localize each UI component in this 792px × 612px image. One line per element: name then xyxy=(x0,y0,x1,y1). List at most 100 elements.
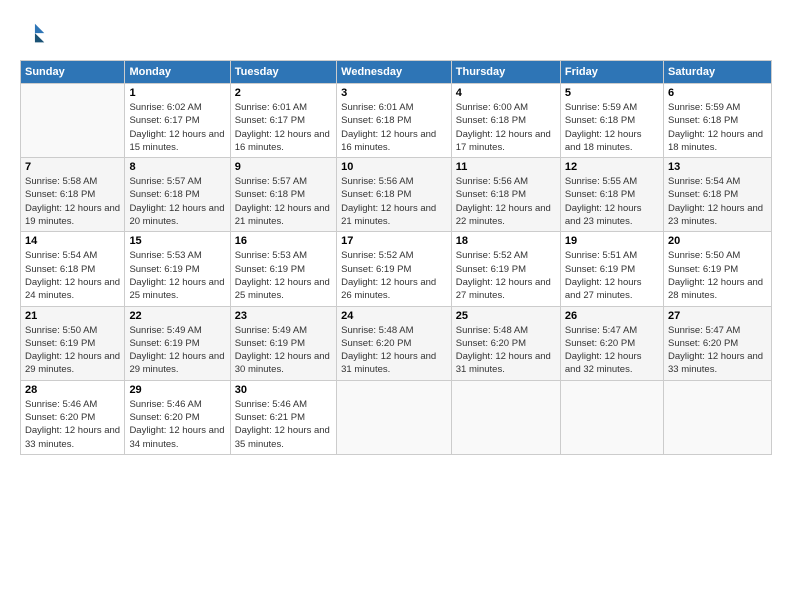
page: SundayMondayTuesdayWednesdayThursdayFrid… xyxy=(0,0,792,612)
day-info: Sunrise: 5:53 AMSunset: 6:19 PMDaylight:… xyxy=(235,249,332,302)
day-info: Sunrise: 5:52 AMSunset: 6:19 PMDaylight:… xyxy=(341,249,447,302)
day-cell: 21 Sunrise: 5:50 AMSunset: 6:19 PMDayligh… xyxy=(21,306,125,380)
header xyxy=(20,20,772,48)
day-info: Sunrise: 5:56 AMSunset: 6:18 PMDaylight:… xyxy=(341,175,447,228)
day-number: 16 xyxy=(235,235,332,247)
day-info: Sunrise: 5:54 AMSunset: 6:18 PMDaylight:… xyxy=(668,175,767,228)
day-cell: 29 Sunrise: 5:46 AMSunset: 6:20 PMDayligh… xyxy=(125,380,230,454)
day-info: Sunrise: 5:47 AMSunset: 6:20 PMDaylight:… xyxy=(565,324,659,377)
day-number: 2 xyxy=(235,87,332,99)
day-number: 18 xyxy=(456,235,556,247)
day-cell: 9Sunrise: 5:57 AMSunset: 6:18 PMDaylight… xyxy=(230,158,336,232)
header-cell-saturday: Saturday xyxy=(663,61,771,84)
day-cell: 30 Sunrise: 5:46 AMSunset: 6:21 PMDayligh… xyxy=(230,380,336,454)
day-cell: 1 Sunrise: 6:02 AMSunset: 6:17 PMDaylight… xyxy=(125,84,230,158)
day-cell: 12Sunrise: 5:55 AMSunset: 6:18 PMDayligh… xyxy=(560,158,663,232)
week-row-1: 7 Sunrise: 5:58 AMSunset: 6:18 PMDaylight… xyxy=(21,158,772,232)
day-info: Sunrise: 5:49 AMSunset: 6:19 PMDaylight:… xyxy=(235,324,332,377)
day-number: 19 xyxy=(565,235,659,247)
day-info: Sunrise: 6:02 AMSunset: 6:17 PMDaylight:… xyxy=(129,101,225,154)
day-info: Sunrise: 5:46 AMSunset: 6:21 PMDaylight:… xyxy=(235,398,332,451)
week-row-4: 28 Sunrise: 5:46 AMSunset: 6:20 PMDayligh… xyxy=(21,380,772,454)
header-cell-thursday: Thursday xyxy=(451,61,560,84)
day-cell: 17 Sunrise: 5:52 AMSunset: 6:19 PMDayligh… xyxy=(337,232,452,306)
day-info: Sunrise: 5:48 AMSunset: 6:20 PMDaylight:… xyxy=(341,324,447,377)
day-number: 24 xyxy=(341,310,447,322)
day-cell: 13 Sunrise: 5:54 AMSunset: 6:18 PMDayligh… xyxy=(663,158,771,232)
day-number: 28 xyxy=(25,384,120,396)
day-info: Sunrise: 5:48 AMSunset: 6:20 PMDaylight:… xyxy=(456,324,556,377)
day-info: Sunrise: 5:53 AMSunset: 6:19 PMDaylight:… xyxy=(129,249,225,302)
day-number: 12 xyxy=(565,161,659,173)
logo-icon xyxy=(20,20,48,48)
day-number: 27 xyxy=(668,310,767,322)
day-cell: 18Sunrise: 5:52 AMSunset: 6:19 PMDayligh… xyxy=(451,232,560,306)
day-cell xyxy=(21,84,125,158)
day-info: Sunrise: 5:56 AMSunset: 6:18 PMDaylight:… xyxy=(456,175,556,228)
day-number: 11 xyxy=(456,161,556,173)
day-info: Sunrise: 5:59 AMSunset: 6:18 PMDaylight:… xyxy=(565,101,659,154)
day-number: 4 xyxy=(456,87,556,99)
day-cell: 14 Sunrise: 5:54 AMSunset: 6:18 PMDayligh… xyxy=(21,232,125,306)
day-info: Sunrise: 5:57 AMSunset: 6:18 PMDaylight:… xyxy=(129,175,225,228)
day-number: 13 xyxy=(668,161,767,173)
day-info: Sunrise: 5:49 AMSunset: 6:19 PMDaylight:… xyxy=(129,324,225,377)
header-row: SundayMondayTuesdayWednesdayThursdayFrid… xyxy=(21,61,772,84)
day-cell xyxy=(663,380,771,454)
day-cell: 26 Sunrise: 5:47 AMSunset: 6:20 PMDayligh… xyxy=(560,306,663,380)
week-row-2: 14 Sunrise: 5:54 AMSunset: 6:18 PMDayligh… xyxy=(21,232,772,306)
header-cell-monday: Monday xyxy=(125,61,230,84)
day-info: Sunrise: 5:50 AMSunset: 6:19 PMDaylight:… xyxy=(668,249,767,302)
day-info: Sunrise: 5:57 AMSunset: 6:18 PMDaylight:… xyxy=(235,175,332,228)
day-number: 6 xyxy=(668,87,767,99)
day-cell: 2 Sunrise: 6:01 AMSunset: 6:17 PMDaylight… xyxy=(230,84,336,158)
header-cell-wednesday: Wednesday xyxy=(337,61,452,84)
day-number: 17 xyxy=(341,235,447,247)
day-number: 30 xyxy=(235,384,332,396)
day-number: 14 xyxy=(25,235,120,247)
day-number: 7 xyxy=(25,161,120,173)
day-info: Sunrise: 5:59 AMSunset: 6:18 PMDaylight:… xyxy=(668,101,767,154)
day-info: Sunrise: 5:58 AMSunset: 6:18 PMDaylight:… xyxy=(25,175,120,228)
day-cell: 28 Sunrise: 5:46 AMSunset: 6:20 PMDayligh… xyxy=(21,380,125,454)
day-cell: 27Sunrise: 5:47 AMSunset: 6:20 PMDayligh… xyxy=(663,306,771,380)
day-cell: 5 Sunrise: 5:59 AMSunset: 6:18 PMDaylight… xyxy=(560,84,663,158)
day-cell: 7 Sunrise: 5:58 AMSunset: 6:18 PMDaylight… xyxy=(21,158,125,232)
day-info: Sunrise: 5:46 AMSunset: 6:20 PMDaylight:… xyxy=(129,398,225,451)
day-number: 25 xyxy=(456,310,556,322)
day-cell: 24 Sunrise: 5:48 AMSunset: 6:20 PMDayligh… xyxy=(337,306,452,380)
day-cell: 16 Sunrise: 5:53 AMSunset: 6:19 PMDayligh… xyxy=(230,232,336,306)
day-cell xyxy=(451,380,560,454)
day-info: Sunrise: 5:50 AMSunset: 6:19 PMDaylight:… xyxy=(25,324,120,377)
day-number: 22 xyxy=(129,310,225,322)
day-number: 29 xyxy=(129,384,225,396)
day-number: 23 xyxy=(235,310,332,322)
day-number: 1 xyxy=(129,87,225,99)
day-cell: 19 Sunrise: 5:51 AMSunset: 6:19 PMDayligh… xyxy=(560,232,663,306)
day-info: Sunrise: 6:01 AMSunset: 6:17 PMDaylight:… xyxy=(235,101,332,154)
day-cell: 22 Sunrise: 5:49 AMSunset: 6:19 PMDayligh… xyxy=(125,306,230,380)
day-number: 15 xyxy=(129,235,225,247)
day-cell: 8Sunrise: 5:57 AMSunset: 6:18 PMDaylight… xyxy=(125,158,230,232)
day-info: Sunrise: 6:00 AMSunset: 6:18 PMDaylight:… xyxy=(456,101,556,154)
day-info: Sunrise: 5:51 AMSunset: 6:19 PMDaylight:… xyxy=(565,249,659,302)
day-cell xyxy=(560,380,663,454)
day-number: 3 xyxy=(341,87,447,99)
day-cell: 3Sunrise: 6:01 AMSunset: 6:18 PMDaylight… xyxy=(337,84,452,158)
day-cell: 11 Sunrise: 5:56 AMSunset: 6:18 PMDayligh… xyxy=(451,158,560,232)
day-number: 20 xyxy=(668,235,767,247)
day-number: 5 xyxy=(565,87,659,99)
day-cell: 20 Sunrise: 5:50 AMSunset: 6:19 PMDayligh… xyxy=(663,232,771,306)
week-row-0: 1 Sunrise: 6:02 AMSunset: 6:17 PMDaylight… xyxy=(21,84,772,158)
day-info: Sunrise: 5:46 AMSunset: 6:20 PMDaylight:… xyxy=(25,398,120,451)
day-cell: 4 Sunrise: 6:00 AMSunset: 6:18 PMDaylight… xyxy=(451,84,560,158)
day-cell: 23 Sunrise: 5:49 AMSunset: 6:19 PMDayligh… xyxy=(230,306,336,380)
day-cell: 25 Sunrise: 5:48 AMSunset: 6:20 PMDayligh… xyxy=(451,306,560,380)
calendar-table: SundayMondayTuesdayWednesdayThursdayFrid… xyxy=(20,60,772,455)
header-cell-tuesday: Tuesday xyxy=(230,61,336,84)
day-info: Sunrise: 5:54 AMSunset: 6:18 PMDaylight:… xyxy=(25,249,120,302)
day-number: 10 xyxy=(341,161,447,173)
day-number: 26 xyxy=(565,310,659,322)
week-row-3: 21 Sunrise: 5:50 AMSunset: 6:19 PMDayligh… xyxy=(21,306,772,380)
day-number: 21 xyxy=(25,310,120,322)
